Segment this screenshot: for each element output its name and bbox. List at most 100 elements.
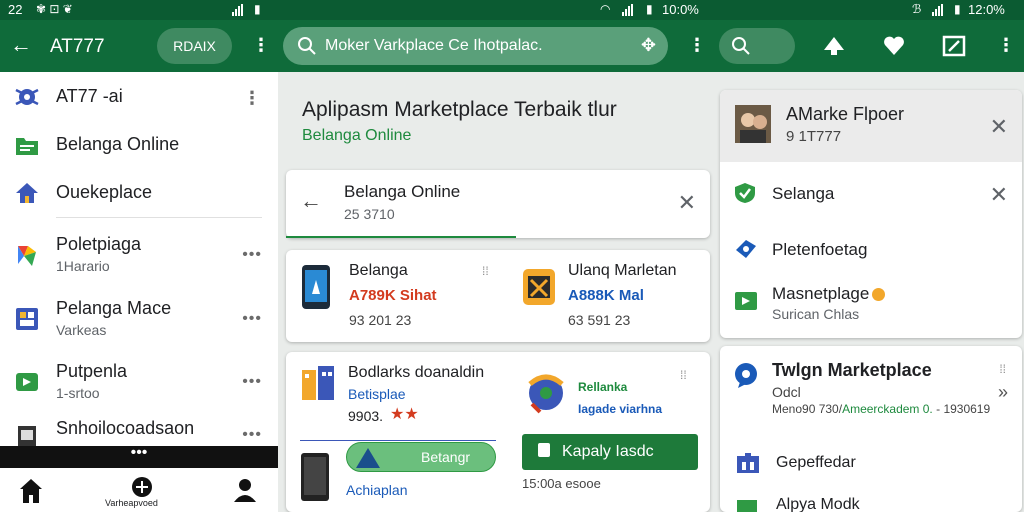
- sidebar-item-putpenla[interactable]: Putpenla 1-srtoo •••: [0, 359, 278, 409]
- close-icon[interactable]: ✕: [678, 192, 696, 214]
- battery-icon-2: ▮: [646, 2, 653, 16]
- sidebar-item-account[interactable]: AT77 -ai ⋮: [0, 84, 278, 114]
- search-text: Moker Varkplace Ce Ihotpalac.: [325, 37, 543, 54]
- chat-icon: [735, 363, 757, 388]
- star-icon: ★★: [390, 406, 419, 423]
- edit-icon[interactable]: [942, 34, 966, 58]
- shield-icon: [735, 183, 755, 203]
- drag-icon[interactable]: ⁞⁞: [482, 264, 489, 278]
- phone-icon: [301, 453, 329, 501]
- overflow-menu-icon-3[interactable]: ⋮: [997, 36, 1015, 54]
- more-options-icon[interactable]: •••: [242, 246, 262, 264]
- sidebar-item-poletpiaga[interactable]: Poletpiaga 1Harario •••: [0, 232, 278, 282]
- product-name: Belanga: [349, 262, 408, 279]
- sidebar-item-ouekeplace[interactable]: Ouekeplace: [0, 180, 278, 210]
- close-icon[interactable]: ✕: [990, 116, 1008, 138]
- right-menu-panel: AMarke Flpoer 9 1T777 ✕ Selanga ✕ Pleten…: [720, 90, 1022, 338]
- chevron-right-icon[interactable]: »: [998, 382, 1008, 403]
- sidebar-item-belanga-online[interactable]: Belanga Online: [0, 132, 278, 162]
- upload-icon[interactable]: [822, 34, 846, 58]
- sidebar-item-label: Poletpiaga: [56, 234, 142, 254]
- triangle-icon: [356, 448, 380, 468]
- sidebar-item-label: Putpenla: [56, 361, 128, 381]
- feature-subtitle: Odcl: [772, 384, 801, 400]
- overflow-menu-icon[interactable]: ⋮: [243, 88, 262, 109]
- feature-detail-text: Meno90 730/: [772, 402, 843, 416]
- sidebar-item-sublabel: Varkeas: [56, 322, 107, 338]
- sidebar-item-label: Snhoilocoadsaon: [56, 418, 195, 438]
- home-nav-icon[interactable]: [19, 478, 43, 504]
- cta-button[interactable]: Kapaly Iasdc: [522, 434, 698, 470]
- signal-icon: [232, 4, 243, 16]
- back-arrow-icon[interactable]: ←: [300, 188, 322, 214]
- product-price: A888K Mal: [568, 287, 644, 304]
- promo-card[interactable]: Bodlarks doanaldin Betisplae 9903. ★★ Re…: [286, 352, 710, 512]
- category-chip[interactable]: Betangr: [346, 442, 496, 472]
- promo-subtitle: Betisplae: [348, 386, 406, 402]
- feature-detail: Meno90 730/Ameerckadem 0. - 1930619: [772, 402, 990, 416]
- promo-bottom-text: Achiaplan: [346, 482, 408, 498]
- page-title: Aplipasm Marketplace Terbaik tlur: [302, 98, 617, 121]
- menu-item-selanga[interactable]: Selanga ✕: [720, 172, 1022, 216]
- scan-icon[interactable]: ✥: [641, 35, 656, 56]
- overflow-menu-icon-2[interactable]: ⋮: [688, 36, 706, 54]
- profile-header: AMarke Flpoer 9 1T777 ✕: [720, 90, 1022, 162]
- more-options-icon[interactable]: •••: [242, 426, 262, 444]
- profile-icon[interactable]: [234, 478, 256, 502]
- menu-item-masnetplage[interactable]: Masnetplage Surican Chlas: [720, 278, 1022, 334]
- signal-icon-2: [622, 4, 633, 16]
- promo-title: Bodlarks doanaldin: [348, 364, 485, 381]
- sidebar-item-label: Belanga Online: [56, 134, 180, 154]
- notification-icon: ✾ ⊡ ❦: [36, 2, 73, 16]
- menu-item-pletenfoetag[interactable]: Pletenfoetag: [720, 230, 1022, 270]
- shopping-icon: [18, 246, 36, 266]
- feature-detail-end: - 1930619: [936, 402, 991, 416]
- profile-name: AMarke Flpoer: [786, 104, 905, 124]
- globe-icon: [528, 374, 564, 414]
- ticket-icon: [736, 240, 756, 258]
- promo-tag: Rellanka: [578, 380, 628, 394]
- product-card[interactable]: Belanga A789K Sihat 93 201 23 ⁞⁞ Ulanq M…: [286, 250, 710, 342]
- menu-item-sublabel: Surican Chlas: [772, 306, 860, 322]
- product-code: 63 591 23: [568, 312, 631, 328]
- close-icon[interactable]: ✕: [990, 184, 1008, 206]
- drag-icon[interactable]: ⁞⁞: [680, 368, 687, 382]
- feature-item[interactable]: Alpya Modk: [776, 496, 860, 512]
- header-action-button[interactable]: RDAIX: [157, 28, 232, 64]
- tag-icon: [737, 500, 757, 512]
- favorite-icon[interactable]: [882, 34, 906, 58]
- sidebar-item-label: Pelanga Mace: [56, 298, 172, 318]
- battery-icon: ▮: [254, 2, 261, 16]
- app-title: AT777: [50, 36, 105, 57]
- notification-dot: [872, 288, 885, 301]
- home-icon: [16, 183, 38, 203]
- search-bar[interactable]: Moker Varkplace Ce Ihotpalac. ✥: [283, 27, 668, 65]
- overflow-menu-icon[interactable]: ⋮: [252, 36, 270, 54]
- more-options-icon[interactable]: •••: [242, 310, 262, 328]
- section-header-card: ← Belanga Online 25 3710 ✕: [286, 170, 710, 238]
- battery-icon-3: ▮: [954, 2, 961, 16]
- product-name: Ulanq Marletan: [568, 262, 677, 279]
- status-time-right: 12:0%: [968, 2, 1005, 17]
- sidebar-item-snhoilocoadsaon[interactable]: Snhoilocoadsaon •••: [0, 418, 278, 446]
- promo-tag-sub: Iagade viarhna: [578, 402, 663, 416]
- drag-icon[interactable]: ⁞⁞: [999, 362, 1006, 376]
- sidebar-item-pelanga-mace[interactable]: Pelanga Mace Varkeas •••: [0, 296, 278, 346]
- main-content: Aplipasm Marketplace Terbaik tlur Belang…: [286, 72, 712, 512]
- add-icon[interactable]: [131, 476, 153, 498]
- status-time-mid: 10:0%: [662, 2, 699, 17]
- phone-icon: [302, 265, 330, 309]
- feature-panel[interactable]: Twlgn Marketplace Odcl Meno90 730/Ameerc…: [720, 346, 1022, 512]
- product-price: A789K Sihat: [349, 287, 437, 304]
- search-button[interactable]: [719, 28, 795, 64]
- drag-handle[interactable]: •••: [0, 445, 278, 468]
- feature-title: Twlgn Marketplace: [772, 360, 932, 380]
- more-options-icon[interactable]: •••: [242, 373, 262, 391]
- chip-label: Betangr: [421, 449, 471, 465]
- sidebar-item-sublabel: 1Harario: [56, 258, 110, 274]
- search-icon: [298, 37, 316, 55]
- feature-item[interactable]: Gepeffedar: [776, 454, 856, 472]
- back-arrow-icon[interactable]: ←: [10, 33, 32, 57]
- sidebar: AT77 -ai ⋮ Belanga Online Ouekeplace Pol…: [0, 72, 278, 446]
- tag-icon: [16, 373, 38, 391]
